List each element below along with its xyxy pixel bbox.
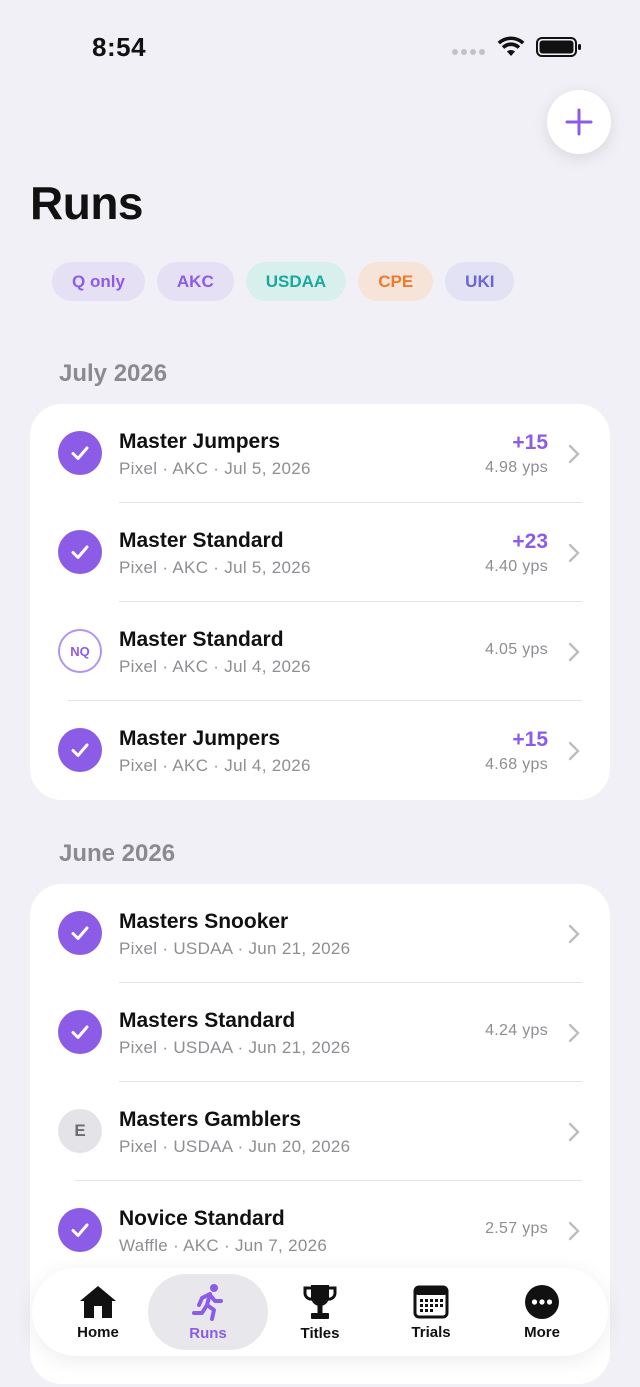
filter-chip[interactable]: UKI (445, 262, 515, 301)
run-subtitle: Pixel · AKC · Jul 4, 2026 (119, 657, 311, 676)
run-title: Masters Gamblers (119, 1108, 302, 1131)
filter-chips: Q only AKC USDAA CPE UKI (52, 262, 515, 301)
cellular-signal-icon (452, 49, 485, 55)
run-subtitle: Waffle · AKC · Jun 7, 2026 (119, 1236, 328, 1255)
run-title: Masters Snooker (119, 910, 289, 933)
chevron-right-icon (568, 741, 580, 761)
run-yps: 4.40 yps (485, 558, 548, 575)
tab-label-more: More (524, 1323, 560, 1341)
status-time: 8:54 (92, 32, 147, 62)
run-subtitle: Pixel · USDAA · Jun 20, 2026 (119, 1137, 351, 1156)
run-subtitle: Pixel · USDAA · Jun 21, 2026 (119, 1038, 351, 1057)
filter-chip[interactable]: AKC (156, 262, 234, 301)
tab-titles[interactable]: Titles (274, 1268, 366, 1356)
run-subtitle: Pixel · AKC · Jul 4, 2026 (119, 756, 311, 775)
run-yps: 4.68 yps (485, 756, 548, 773)
run-row[interactable]: Masters Standard Pixel · USDAA · Jun 21, … (30, 983, 610, 1082)
chevron-right-icon (568, 642, 580, 662)
run-title: Masters Standard (119, 1009, 296, 1032)
run-row[interactable]: Master Jumpers Pixel · AKC · Jul 5, 2026 +… (30, 404, 610, 503)
run-title: Master Standard (119, 628, 284, 651)
chevron-right-icon (568, 543, 580, 563)
filter-chip[interactable]: CPE (358, 262, 434, 301)
qualified-check-icon (58, 1010, 102, 1054)
run-subtitle: Pixel · USDAA · Jun 21, 2026 (119, 939, 351, 958)
run-title: Master Jumpers (119, 727, 281, 750)
qualified-check-icon (58, 530, 102, 574)
battery-icon (536, 37, 581, 57)
qualified-check-icon (58, 1208, 102, 1252)
eliminated-badge: E (58, 1109, 102, 1153)
run-row[interactable]: Novice Standard Waffle · AKC · Jun 7, 202… (30, 1181, 610, 1280)
runs-card: Master Jumpers Pixel · AKC · Jul 5, 2026 +… (30, 404, 610, 800)
non-qualified-badge: NQ (58, 629, 102, 673)
run-row[interactable]: Masters Snooker Pixel · USDAA · Jun 21, 2… (30, 884, 610, 983)
tab-more[interactable]: More (496, 1268, 588, 1356)
more-icon (525, 1284, 559, 1319)
run-yps: 4.98 yps (485, 459, 548, 476)
filter-chip[interactable]: Q only (52, 262, 145, 301)
run-subtitle: Pixel · AKC · Jul 5, 2026 (119, 558, 311, 577)
tab-home[interactable]: Home (52, 1268, 144, 1356)
plus-icon (565, 108, 593, 136)
run-subtitle: Pixel · AKC · Jul 5, 2026 (119, 459, 311, 478)
run-row[interactable]: NQ Master Standard Pixel · AKC · Jul 4, 20… (30, 602, 610, 701)
runner-icon (192, 1283, 223, 1321)
run-title: Master Standard (119, 529, 284, 552)
tab-runs[interactable]: Runs (162, 1268, 254, 1356)
page-title: Runs (30, 177, 144, 229)
run-points: +15 (512, 431, 548, 454)
tab-trials[interactable]: Trials (385, 1268, 477, 1356)
status-bar: 8:54 (0, 0, 640, 92)
qualified-check-icon (58, 728, 102, 772)
run-points: +15 (512, 728, 548, 751)
add-run-button[interactable] (547, 90, 611, 154)
run-title: Master Jumpers (119, 430, 281, 453)
run-yps: 4.24 yps (485, 1022, 548, 1039)
house-icon (80, 1285, 116, 1318)
chevron-right-icon (568, 1023, 580, 1043)
qualified-check-icon (58, 431, 102, 475)
trophy-icon (303, 1284, 337, 1319)
run-yps: 2.57 yps (485, 1220, 548, 1237)
filter-chip[interactable]: USDAA (245, 262, 347, 301)
run-row[interactable]: E Masters Gamblers Pixel · USDAA · Jun 20,… (30, 1082, 610, 1181)
chevron-right-icon (568, 444, 580, 464)
run-row[interactable]: Master Jumpers Pixel · AKC · Jul 4, 2026 +… (30, 701, 610, 800)
run-yps: 4.05 yps (485, 641, 548, 658)
run-points: +23 (512, 530, 548, 553)
run-title: Novice Standard (119, 1207, 285, 1230)
chevron-right-icon (568, 924, 580, 944)
wifi-icon (497, 36, 525, 56)
section-header: July 2026 (59, 360, 168, 387)
qualified-check-icon (58, 911, 102, 955)
tab-label-trials: Trials (411, 1323, 451, 1341)
calendar-icon (413, 1285, 449, 1318)
tab-label-titles: Titles (300, 1324, 340, 1342)
tab-label-home: Home (77, 1323, 119, 1341)
section-header: June 2026 (59, 840, 176, 867)
run-row[interactable]: Master Standard Pixel · AKC · Jul 5, 2026… (30, 503, 610, 602)
chevron-right-icon (568, 1122, 580, 1142)
chevron-right-icon (568, 1221, 580, 1241)
tab-label-runs: Runs (189, 1324, 227, 1342)
tab-bar: Home Runs Titles Trials More (32, 1268, 608, 1356)
